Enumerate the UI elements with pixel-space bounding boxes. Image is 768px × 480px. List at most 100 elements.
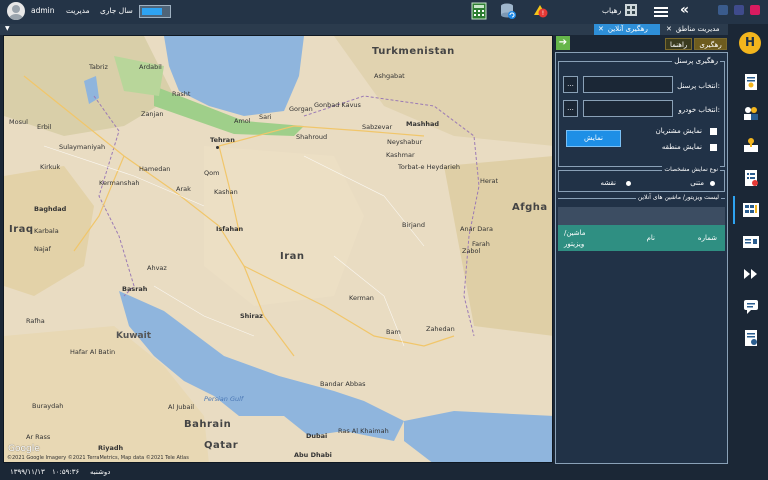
label-amol: Amol (234, 117, 251, 125)
personnel-browse-button[interactable]: ... (563, 76, 578, 93)
label-kashan: Kashan (214, 188, 238, 196)
label-turkmenistan: Turkmenistan (372, 46, 455, 57)
close-button[interactable] (750, 5, 760, 15)
label-erbil: Erbil (37, 123, 52, 131)
label-gonbad: Gonbad Kavus (314, 101, 361, 109)
map-grid-icon[interactable] (742, 201, 760, 219)
management-link[interactable]: مدیریت (66, 6, 90, 15)
forward-icon[interactable] (742, 265, 760, 283)
show-button[interactable]: نمایش (566, 130, 621, 147)
col-name[interactable]: نام (647, 234, 655, 242)
city-dot (216, 146, 219, 149)
menu-icon[interactable] (654, 5, 668, 19)
personnel-section: رهگیری پرسنل انتخاب پرسنل: ... انتخاب خو… (558, 57, 725, 167)
radio-text[interactable] (710, 181, 715, 186)
checklist-icon[interactable] (742, 169, 760, 187)
google-logo: Google (8, 444, 40, 454)
col-number[interactable]: شماره (698, 234, 717, 242)
select-personnel-label: انتخاب پرسنل: (677, 82, 720, 90)
users-icon[interactable] (742, 104, 760, 122)
label-sabzevar: Sabzevar (362, 123, 393, 131)
minimize-button[interactable] (734, 5, 744, 15)
guide-label[interactable]: رهیاب (602, 6, 621, 15)
label-zahedan: Zahedan (426, 325, 455, 333)
guide-icon[interactable] (624, 3, 638, 17)
panel-tabs: راهنما رهگیری (665, 38, 727, 50)
label-iran: Iran (280, 251, 305, 262)
sidebar: H (730, 24, 768, 464)
label-qatar: Qatar (204, 440, 239, 451)
label-hamedan: Hamedan (139, 165, 171, 173)
close-tab-icon[interactable]: ✕ (666, 24, 672, 35)
label-bahrain: Bahrain (184, 419, 232, 430)
label-riyadh: Riyadh (98, 444, 124, 452)
tab-online-tracking[interactable]: ✕ رهگیری آنلاین (594, 24, 660, 35)
label-rafha: Rafha (26, 317, 45, 325)
label-najaf: Najaf (34, 245, 51, 253)
label-afghanistan: Afgha (512, 202, 548, 213)
restore-button[interactable] (718, 5, 728, 15)
database-sync-icon[interactable] (499, 2, 517, 20)
vehicle-input[interactable] (583, 100, 673, 117)
label-shiraz: Shiraz (240, 312, 263, 320)
label-hafar: Hafar Al Batin (70, 348, 116, 356)
label-zabol: Zabol (462, 247, 481, 255)
app-window: admin مدیریت سال جاری ! رهیاب « ▼ ✕ رهگی… (0, 0, 768, 480)
vehicle-browse-button[interactable]: ... (563, 100, 578, 117)
double-chevron-left-icon[interactable]: « (680, 3, 689, 17)
avatar[interactable] (7, 2, 25, 20)
label-shahroud: Shahroud (296, 133, 328, 141)
status-time: ۱۰:۵۹:۳۶ (52, 468, 80, 476)
label-ashgabat: Ashgabat (374, 72, 405, 80)
tab-tracking[interactable]: رهگیری (694, 38, 727, 50)
arrow-right-icon[interactable]: ➔ (556, 36, 570, 50)
current-year-toggle[interactable] (139, 5, 171, 18)
label-zanjan: Zanjan (141, 110, 164, 118)
display-type-title: نوع نمایش مشخصات (662, 166, 720, 173)
current-year-label: سال جاری (100, 6, 133, 15)
radio-text-label: متنی (690, 179, 704, 187)
label-ardabil: Ardabil (139, 63, 162, 71)
app-logo: H (739, 32, 761, 54)
label-rasht: Rasht (172, 90, 191, 98)
col-vehicle[interactable]: ماشین/ویزیتور (564, 228, 600, 250)
list-toolbar (558, 207, 725, 225)
chat-icon[interactable] (742, 297, 760, 315)
tab-region-management[interactable]: ✕ مدیریت مناطق (662, 24, 728, 35)
show-region-checkbox[interactable] (710, 144, 717, 151)
notification-icon[interactable]: ! (531, 2, 549, 20)
close-tab-icon[interactable]: ✕ (598, 24, 604, 35)
label-gorgan: Gorgan (289, 105, 313, 113)
map-view[interactable]: Turkmenistan Afgha Iran Iraq Bahrain Qat… (3, 35, 553, 463)
label-al-jubail: Al Jubail (168, 403, 195, 411)
document-icon[interactable] (742, 73, 760, 91)
online-list-title: لیست ویزیتور/ ماشین های آنلاین (635, 194, 721, 201)
settings-list-icon[interactable] (742, 329, 760, 347)
label-ras-al-khaimah: Ras Al Khaimah (338, 427, 389, 435)
label-tabriz: Tabriz (89, 63, 108, 71)
label-anar-dara: Anar Dara (460, 225, 493, 233)
id-card-icon[interactable] (742, 233, 760, 251)
radio-map[interactable] (626, 181, 631, 186)
label-ahvaz: Ahvaz (147, 264, 167, 272)
sidebar-active-indicator (733, 196, 735, 224)
label-kuwait: Kuwait (116, 331, 151, 341)
map-attribution: ©2021 Google Imagery ©2021 TerraMetrics,… (7, 455, 189, 461)
display-type-section: نوع نمایش مشخصات متنی نقشه (558, 166, 725, 192)
svg-text:!: ! (542, 10, 544, 17)
label-bandar-abbas: Bandar Abbas (320, 380, 366, 388)
show-customers-checkbox[interactable] (710, 128, 717, 135)
label-neyshabur: Neyshabur (387, 138, 423, 146)
select-vehicle-label: انتخاب خودرو: (678, 106, 720, 114)
label-buraydah: Buraydah (32, 402, 64, 410)
label-qom: Qom (204, 169, 220, 177)
tab-guide[interactable]: راهنما (665, 38, 693, 50)
dropdown-arrow-icon[interactable]: ▼ (5, 25, 10, 32)
label-tehran: Tehran (210, 136, 235, 144)
personnel-input[interactable] (583, 76, 673, 93)
key-icon[interactable] (742, 136, 760, 154)
label-arak: Arak (176, 185, 191, 193)
show-region-label: نمایش منطقه (661, 143, 702, 151)
label-birjand: Birjand (402, 221, 425, 229)
calculator-icon[interactable] (470, 2, 488, 20)
